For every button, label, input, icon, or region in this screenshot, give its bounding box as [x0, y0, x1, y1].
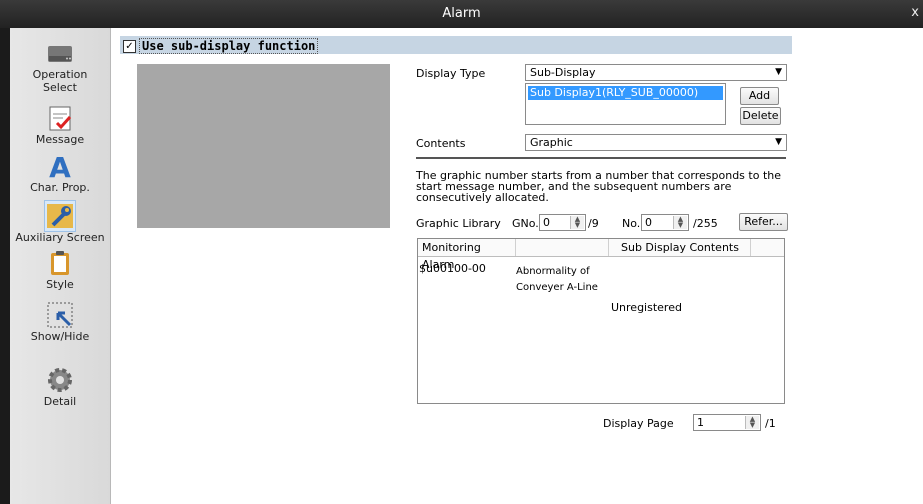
- sidebar-item-char-prop[interactable]: A Char. Prop.: [10, 151, 110, 194]
- display-page-value: 1: [697, 416, 704, 429]
- column-header-sub-display-contents: Sub Display Contents: [609, 239, 751, 256]
- sidebar-item-auxiliary-screen[interactable]: Auxiliary Screen: [10, 200, 110, 244]
- alarm-code: $u00100-00: [419, 262, 486, 275]
- column-header-spacer: [516, 239, 609, 256]
- window-title: Alarm: [442, 6, 481, 21]
- clipboard-icon: [51, 251, 69, 275]
- wrench-icon: [44, 200, 76, 232]
- spin-arrows-icon[interactable]: ▲ ▼: [570, 216, 584, 229]
- no-label: No.: [622, 217, 641, 230]
- divider: [416, 157, 786, 159]
- sidebar-label-style: Style: [46, 278, 74, 291]
- display-type-value: Sub-Display: [530, 66, 596, 79]
- drive-icon: [48, 46, 72, 62]
- alarm-text-line-1: Abnormality of: [516, 266, 590, 277]
- sidebar-item-detail[interactable]: Detail: [10, 365, 110, 408]
- column-header-monitoring-alarm: Monitoring Alarm: [418, 239, 516, 271]
- checkbox-box[interactable]: ✓: [123, 39, 136, 53]
- use-sub-display-checkbox[interactable]: ✓ Use sub-display function: [123, 38, 319, 54]
- main-panel: ✓ Use sub-display function Display Type …: [120, 36, 792, 504]
- display-type-label: Display Type: [416, 67, 486, 80]
- graphic-library-label: Graphic Library: [416, 217, 501, 230]
- no-max: /255: [693, 217, 718, 230]
- alarm-text-line-2: Conveyer A-Line: [516, 282, 598, 293]
- refer-button[interactable]: Refer...: [739, 213, 788, 231]
- display-page-stepper[interactable]: 1 ▲ ▼: [693, 414, 761, 431]
- sidebar-item-style[interactable]: Style: [10, 248, 110, 291]
- alarm-table: Monitoring Alarm Sub Display Contents $u…: [417, 238, 785, 404]
- gno-stepper[interactable]: 0 ▲ ▼: [539, 214, 586, 231]
- display-page-label: Display Page: [603, 417, 674, 430]
- add-button[interactable]: Add: [740, 87, 779, 105]
- sidebar-label-auxiliary-screen: Auxiliary Screen: [15, 231, 105, 244]
- cursor-selection-icon: [47, 302, 73, 328]
- sidebar-item-message[interactable]: Message: [10, 103, 110, 146]
- sidebar-label-char-prop: Char. Prop.: [30, 181, 90, 194]
- gno-value: 0: [543, 216, 550, 229]
- sidebar-item-operation-select[interactable]: Operation Select: [10, 38, 110, 94]
- table-header: Monitoring Alarm Sub Display Contents: [418, 239, 784, 271]
- spin-arrows-icon[interactable]: ▲ ▼: [745, 416, 759, 429]
- contents-label: Contents: [416, 137, 466, 150]
- display-type-select[interactable]: Sub-Display ▼: [525, 64, 787, 81]
- gno-max: /9: [588, 217, 599, 230]
- spin-arrows-icon[interactable]: ▲ ▼: [673, 216, 687, 229]
- sub-display-contents-value: Unregistered: [611, 301, 682, 314]
- checklist-icon: [49, 106, 72, 131]
- delete-button[interactable]: Delete: [740, 107, 781, 125]
- chevron-down-icon: ▼: [775, 137, 782, 147]
- close-button[interactable]: x: [911, 5, 919, 20]
- sidebar-label-detail: Detail: [43, 395, 77, 408]
- sidebar-item-show-hide[interactable]: Show/Hide: [10, 300, 110, 343]
- svg-text:A: A: [49, 151, 71, 181]
- graphic-description: The graphic number starts from a number …: [416, 169, 781, 204]
- sub-display-preview: [137, 64, 390, 228]
- letter-a-icon: A: [49, 151, 71, 181]
- checkbox-label: Use sub-display function: [139, 38, 319, 54]
- contents-value: Graphic: [530, 136, 573, 149]
- gno-label: GNo.: [512, 217, 539, 230]
- gear-icon: [48, 368, 72, 392]
- display-page-max: /1: [765, 417, 776, 430]
- sidebar: Operation Select Message A Char. Prop. A…: [10, 28, 111, 504]
- sidebar-label-show-hide: Show/Hide: [30, 330, 90, 343]
- sub-display-section-bar: ✓ Use sub-display function: [120, 36, 792, 54]
- list-item[interactable]: Sub Display1(RLY_SUB_00000): [528, 86, 723, 100]
- sidebar-label-operation-select: Operation Select: [32, 68, 88, 94]
- no-value: 0: [645, 216, 652, 229]
- sub-display-list[interactable]: Sub Display1(RLY_SUB_00000): [525, 83, 726, 125]
- no-stepper[interactable]: 0 ▲ ▼: [641, 214, 689, 231]
- sidebar-label-message: Message: [35, 133, 85, 146]
- left-edge: [0, 28, 10, 504]
- title-bar: Alarm x: [0, 0, 923, 28]
- chevron-down-icon: ▼: [775, 67, 782, 77]
- contents-select[interactable]: Graphic ▼: [525, 134, 787, 151]
